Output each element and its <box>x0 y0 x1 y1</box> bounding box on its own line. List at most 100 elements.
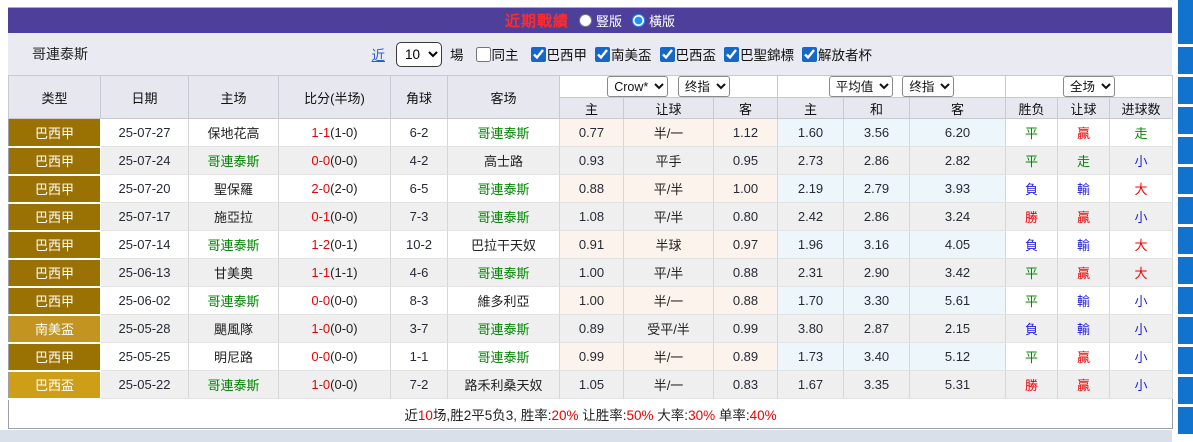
same-home-checkbox[interactable] <box>476 47 491 62</box>
col-header-home: 主场 <box>189 76 279 119</box>
match-date: 25-07-17 <box>101 203 189 231</box>
same-home-filter[interactable]: 同主 <box>468 44 519 64</box>
avg-home-value: 1.67 <box>778 371 844 399</box>
odds-home-value: 1.05 <box>560 371 624 399</box>
result-outcome-value: 負 <box>1006 231 1058 259</box>
col-header-date: 日期 <box>101 76 189 119</box>
corner-count: 10-2 <box>391 231 448 259</box>
home-team: 聖保羅 <box>189 175 279 203</box>
layout-option-vertical[interactable]: 豎版 <box>579 11 622 30</box>
odds-handicap-value: 半/一 <box>624 371 714 399</box>
side-button-1[interactable] <box>1178 47 1193 74</box>
result-handicap-value: 輸 <box>1058 287 1110 315</box>
side-button-6[interactable] <box>1178 197 1193 224</box>
subcol-result-outcome: 胜负 <box>1006 98 1058 119</box>
horizontal-layout-radio[interactable] <box>632 14 645 27</box>
avg-time-select[interactable]: 终指 <box>902 76 954 97</box>
match-date: 25-06-02 <box>101 287 189 315</box>
scope-select[interactable]: 全场 <box>1063 76 1115 97</box>
away-team: 哥連泰斯 <box>448 343 560 371</box>
league-filter-checkbox-0[interactable] <box>531 47 546 62</box>
halftime-score: (0-0) <box>330 209 357 224</box>
odds-away-value: 0.99 <box>714 315 778 343</box>
away-team: 哥連泰斯 <box>448 175 560 203</box>
side-button-8[interactable] <box>1178 257 1193 284</box>
league-filter-checkbox-4[interactable] <box>802 47 817 62</box>
side-button-12[interactable] <box>1178 377 1193 404</box>
match-count-select[interactable]: 10 <box>396 42 442 67</box>
side-button-5[interactable] <box>1178 167 1193 194</box>
league-badge: 巴西甲 <box>9 231 101 259</box>
avg-away-value: 5.31 <box>910 371 1006 399</box>
league-filter-2[interactable]: 巴西盃 <box>652 44 717 64</box>
vertical-layout-radio[interactable] <box>579 14 592 27</box>
corner-count: 8-3 <box>391 287 448 315</box>
odds-away-value: 0.88 <box>714 287 778 315</box>
summary-row: 近10场,胜2平5负3, 胜率:20% 让胜率:50% 大率:30% 单率:40… <box>9 399 1173 429</box>
avg-draw-value: 3.56 <box>844 119 910 147</box>
league-filter-checkbox-3[interactable] <box>724 47 739 62</box>
summary-part-6: 大率: <box>654 408 689 423</box>
fulltime-score: 0-0 <box>311 293 330 308</box>
odds-handicap-value: 受平/半 <box>624 315 714 343</box>
odds-group-header: Crow* 终指 <box>560 76 778 98</box>
home-team: 施亞拉 <box>189 203 279 231</box>
odds-home-value: 0.91 <box>560 231 624 259</box>
result-goals-value: 小 <box>1110 315 1173 343</box>
score-cell: 0-0(0-0) <box>279 287 391 315</box>
side-button-11[interactable] <box>1178 347 1193 374</box>
league-filter-label-0: 巴西甲 <box>547 44 588 64</box>
league-filter-3[interactable]: 巴聖錦標 <box>716 44 794 64</box>
layout-option-horizontal[interactable]: 橫版 <box>632 11 675 30</box>
avg-draw-value: 2.90 <box>844 259 910 287</box>
result-outcome-value: 平 <box>1006 147 1058 175</box>
match-row: 巴西甲 25-07-20 聖保羅 2-0(2-0) 6-5 哥連泰斯 0.88 … <box>9 175 1173 203</box>
side-button-7[interactable] <box>1178 227 1193 254</box>
avg-away-value: 5.61 <box>910 287 1006 315</box>
odds-away-value: 0.80 <box>714 203 778 231</box>
odds-company-select[interactable]: Crow* <box>607 76 668 97</box>
home-team: 哥連泰斯 <box>189 371 279 399</box>
match-date: 25-07-20 <box>101 175 189 203</box>
side-button-10[interactable] <box>1178 317 1193 344</box>
title-bar: 近期戰績 豎版 橫版 <box>8 8 1172 33</box>
score-cell: 2-0(2-0) <box>279 175 391 203</box>
avg-draw-value: 2.86 <box>844 203 910 231</box>
result-outcome-value: 負 <box>1006 175 1058 203</box>
match-row: 南美盃 25-05-28 颶風隊 1-0(0-0) 3-7 哥連泰斯 0.89 … <box>9 315 1173 343</box>
side-button-9[interactable] <box>1178 287 1193 314</box>
side-button-13[interactable] <box>1178 407 1193 434</box>
fulltime-score: 1-0 <box>311 377 330 392</box>
avg-type-select[interactable]: 平均值 <box>829 76 893 97</box>
odds-handicap-value: 半球 <box>624 231 714 259</box>
match-date: 25-05-25 <box>101 343 189 371</box>
fulltime-score: 1-0 <box>311 321 330 336</box>
summary-part-4: 让胜率: <box>579 408 627 423</box>
side-button-4[interactable] <box>1178 137 1193 164</box>
league-filter-1[interactable]: 南美盃 <box>587 44 652 64</box>
league-filter-label-4: 解放者杯 <box>818 44 872 64</box>
subcol-odds-handicap: 让球 <box>624 98 714 119</box>
subcol-avg-away: 客 <box>910 98 1006 119</box>
summary-part-0: 近 <box>404 408 418 423</box>
avg-draw-value: 3.30 <box>844 287 910 315</box>
odds-handicap-value: 半/一 <box>624 119 714 147</box>
side-button-2[interactable] <box>1178 77 1193 104</box>
halftime-score: (0-0) <box>330 321 357 336</box>
league-filter-checkbox-1[interactable] <box>595 47 610 62</box>
recent-link[interactable]: 近 <box>372 44 386 64</box>
odds-time-select[interactable]: 终指 <box>678 76 730 97</box>
avg-away-value: 3.24 <box>910 203 1006 231</box>
side-button-0[interactable] <box>1178 0 1193 44</box>
away-team: 維多利亞 <box>448 287 560 315</box>
result-outcome-value: 平 <box>1006 259 1058 287</box>
league-filter-0[interactable]: 巴西甲 <box>523 44 588 64</box>
result-goals-value: 大 <box>1110 259 1173 287</box>
odds-home-value: 0.77 <box>560 119 624 147</box>
league-filter-4[interactable]: 解放者杯 <box>794 44 872 64</box>
halftime-score: (0-0) <box>330 153 357 168</box>
avg-home-value: 2.19 <box>778 175 844 203</box>
league-filter-checkbox-2[interactable] <box>660 47 675 62</box>
side-button-3[interactable] <box>1178 107 1193 134</box>
halftime-score: (1-1) <box>330 265 357 280</box>
